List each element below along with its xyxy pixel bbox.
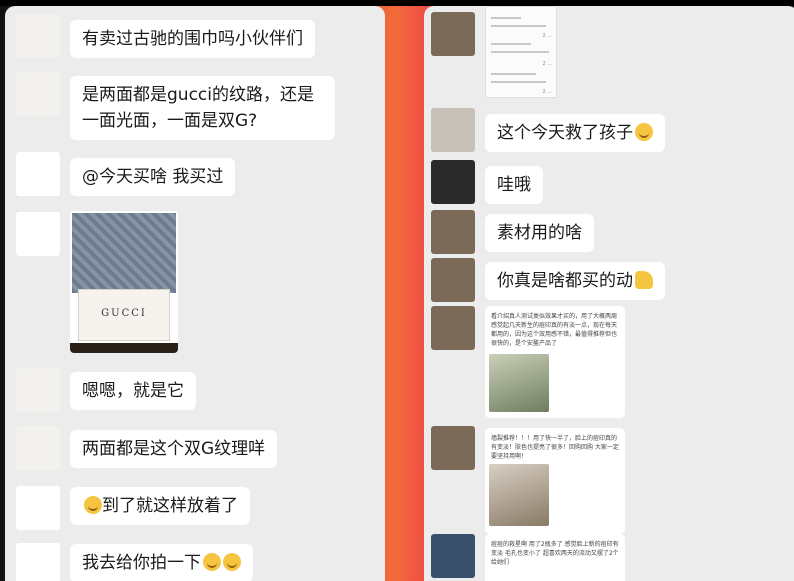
review-message[interactable]: 墙裂推荐！！！用了快一半了，脸上的痘印真的有变淡！肤色也提亮了很多！回购回购 大… — [485, 428, 625, 534]
avatar[interactable] — [431, 306, 475, 350]
review-message[interactable]: 痘痘的救星啊 用了2瓶多了 感觉脸上新的痘印有变淡 毛孔也变小了 超喜欢两天的流… — [485, 534, 625, 581]
avatar[interactable] — [431, 210, 475, 254]
avatar[interactable] — [431, 534, 475, 578]
screenshot-message[interactable]: 2 ... 2 ... 2 ... — [485, 6, 557, 98]
product-photo[interactable] — [489, 354, 549, 412]
left-chat-panel: 有卖过古驰的围巾吗小伙伴们 是两面都是gucci的纹路，还是一面光面，一面是双G… — [5, 6, 385, 581]
avatar[interactable] — [16, 152, 60, 196]
laughing-cry-emoji-icon — [203, 553, 221, 571]
gift-box: GUCCI — [78, 289, 170, 341]
scarf-photo — [72, 213, 176, 293]
message-text: 有卖过古驰的围巾吗小伙伴们 — [82, 29, 303, 49]
chat-bubble[interactable]: @今天买啥 我买过 — [70, 158, 236, 196]
avatar[interactable] — [16, 368, 60, 412]
review-message[interactable]: 看介绍真人测试类似效果才买的，用了大概两周感觉起几天新生的痘印真的有淡一点，现在… — [485, 306, 625, 418]
chat-bubble[interactable]: 嗯嗯，就是它 — [70, 372, 196, 410]
message-text: 我去给你拍一下 — [82, 553, 201, 573]
review-text: 墙裂推荐！！！用了快一半了，脸上的痘印真的有变淡！肤色也提亮了很多！回购回购 大… — [491, 435, 619, 460]
avatar[interactable] — [431, 258, 475, 302]
message-text: 嗯嗯，就是它 — [82, 381, 184, 401]
product-photo[interactable] — [489, 464, 549, 526]
photo-message[interactable]: GUCCI — [70, 211, 178, 353]
chat-bubble[interactable]: 到了就这样放着了 — [70, 487, 250, 525]
right-chat-panel: 2 ... 2 ... 2 ... 这个今天救了孩子 哇哦 素材用的啥 你真是啥… — [424, 6, 794, 581]
review-text: 看介绍真人测试类似效果才买的，用了大概两周感觉起几天新生的痘印真的有淡一点，现在… — [491, 313, 618, 347]
chat-bubble[interactable]: 有卖过古驰的围巾吗小伙伴们 — [70, 20, 315, 58]
chat-bubble[interactable]: 哇哦 — [485, 166, 543, 204]
avatar[interactable] — [16, 486, 60, 530]
screenshot-line: 2 ... — [542, 33, 552, 39]
review-text: 痘痘的救星啊 用了2瓶多了 感觉脸上新的痘印有变淡 毛孔也变小了 超喜欢两天的流… — [491, 541, 619, 566]
chat-bubble[interactable]: 素材用的啥 — [485, 214, 594, 252]
message-text: 这个今天救了孩子 — [497, 123, 633, 143]
chat-bubble[interactable]: 这个今天救了孩子 — [485, 114, 665, 152]
brand-logo: GUCCI — [101, 308, 147, 319]
chat-bubble[interactable]: 是两面都是gucci的纹路，还是一面光面，一面是双G? — [70, 76, 335, 140]
avatar[interactable] — [431, 12, 475, 56]
avatar[interactable] — [16, 72, 60, 116]
message-text: 素材用的啥 — [497, 223, 582, 243]
chat-bubble[interactable]: 我去给你拍一下 — [70, 544, 253, 581]
avatar[interactable] — [431, 160, 475, 204]
avatar[interactable] — [16, 14, 60, 58]
avatar[interactable] — [431, 108, 475, 152]
laughing-cry-emoji-icon — [223, 553, 241, 571]
avatar[interactable] — [431, 426, 475, 470]
message-text: 哇哦 — [497, 175, 531, 195]
avatar[interactable] — [16, 212, 60, 256]
message-text: 你真是啥都买的动 — [497, 271, 633, 291]
avatar[interactable] — [16, 543, 60, 581]
chat-bubble[interactable]: 你真是啥都买的动 — [485, 262, 665, 300]
avatar[interactable] — [16, 426, 60, 470]
screenshot-line: 2 ... — [542, 61, 552, 67]
photo-floor — [70, 343, 178, 353]
message-text: 到了就这样放着了 — [102, 496, 238, 516]
chat-bubble[interactable]: 两面都是这个双G纹理咩 — [70, 430, 278, 468]
message-text: @今天买啥 我买过 — [82, 167, 224, 187]
screenshot-line: 2 ... — [542, 89, 552, 95]
grimace-emoji-icon — [635, 123, 653, 141]
thumbs-up-emoji-icon — [635, 271, 653, 289]
laughing-cry-emoji-icon — [84, 496, 102, 514]
message-text: 是两面都是gucci的纹路，还是一面光面，一面是双G? — [82, 85, 314, 131]
message-text: 两面都是这个双G纹理咩 — [82, 439, 266, 459]
